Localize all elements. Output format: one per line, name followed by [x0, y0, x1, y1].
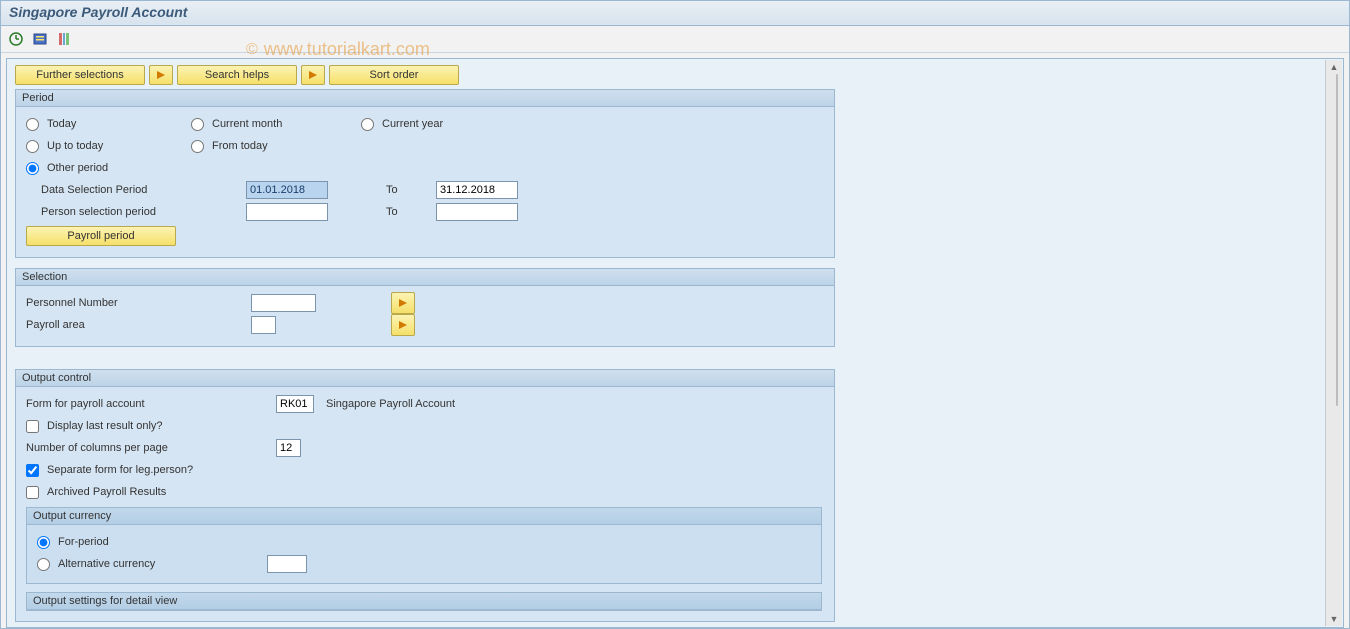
execute-icon[interactable] — [7, 30, 25, 48]
output-detail-group: Output settings for detail view — [26, 592, 822, 611]
separate-form-label: Separate form for leg.person? — [47, 464, 193, 476]
period-group: Period Today Current month Current year … — [15, 89, 835, 258]
form-label: Form for payroll account — [26, 398, 276, 410]
data-selection-from-input[interactable] — [246, 181, 328, 199]
further-selections-button[interactable]: Further selections — [15, 65, 145, 85]
scroll-down-icon[interactable]: ▼ — [1327, 612, 1341, 626]
page-title: Singapore Payroll Account — [1, 1, 1349, 26]
personnel-number-label: Personnel Number — [26, 297, 251, 309]
sort-order-expand-icon[interactable] — [301, 65, 325, 85]
selection-title: Selection — [16, 269, 834, 286]
personnel-number-multiple-icon[interactable] — [391, 292, 415, 314]
person-selection-to-input[interactable] — [436, 203, 518, 221]
form-description: Singapore Payroll Account — [326, 398, 455, 410]
radio-alt-currency[interactable]: Alternative currency — [37, 558, 267, 571]
alt-currency-input[interactable] — [267, 555, 307, 573]
radio-other-period-label: Other period — [47, 162, 108, 174]
radio-for-period[interactable]: For-period — [37, 536, 197, 549]
data-selection-to-input[interactable] — [436, 181, 518, 199]
radio-today-label: Today — [47, 118, 76, 130]
sort-order-button[interactable]: Sort order — [329, 65, 459, 85]
output-control-group: Output control Form for payroll account … — [15, 369, 835, 622]
form-value-input[interactable] — [276, 395, 314, 413]
radio-up-to-today[interactable]: Up to today — [26, 140, 191, 153]
to-label-2: To — [386, 206, 436, 218]
person-selection-label: Person selection period — [26, 206, 246, 218]
person-selection-from-input[interactable] — [246, 203, 328, 221]
data-selection-label: Data Selection Period — [26, 184, 246, 196]
scroll-up-icon[interactable]: ▲ — [1327, 60, 1341, 74]
payroll-area-label: Payroll area — [26, 319, 251, 331]
app-toolbar — [1, 26, 1349, 53]
content-panel: Further selections Search helps Sort ord… — [6, 58, 1344, 628]
selection-group: Selection Personnel Number Payroll area — [15, 268, 835, 347]
vertical-scrollbar[interactable]: ▲ ▼ — [1325, 60, 1342, 626]
app-window: Singapore Payroll Account Further select… — [0, 0, 1350, 629]
radio-up-to-today-label: Up to today — [47, 140, 103, 152]
archived-checkbox[interactable]: Archived Payroll Results — [26, 486, 166, 499]
radio-today[interactable]: Today — [26, 118, 191, 131]
num-cols-input[interactable] — [276, 439, 301, 457]
radio-current-month[interactable]: Current month — [191, 118, 361, 131]
delimit-icon[interactable] — [55, 30, 73, 48]
variant-icon[interactable] — [31, 30, 49, 48]
radio-other-period[interactable]: Other period — [26, 162, 186, 175]
radio-alt-currency-label: Alternative currency — [58, 558, 155, 570]
output-detail-title: Output settings for detail view — [27, 593, 821, 610]
selection-buttons-row: Further selections Search helps Sort ord… — [15, 65, 1335, 85]
output-currency-title: Output currency — [27, 508, 821, 525]
search-helps-button[interactable]: Search helps — [177, 65, 297, 85]
separate-form-checkbox[interactable]: Separate form for leg.person? — [26, 464, 193, 477]
num-cols-label: Number of columns per page — [26, 442, 276, 454]
scroll-thumb[interactable] — [1336, 74, 1338, 406]
payroll-area-multiple-icon[interactable] — [391, 314, 415, 336]
radio-current-month-label: Current month — [212, 118, 282, 130]
radio-from-today-label: From today — [212, 140, 268, 152]
personnel-number-input[interactable] — [251, 294, 316, 312]
period-title: Period — [16, 90, 834, 107]
display-last-label: Display last result only? — [47, 420, 163, 432]
radio-for-period-label: For-period — [58, 536, 109, 548]
radio-current-year[interactable]: Current year — [361, 118, 521, 131]
payroll-area-input[interactable] — [251, 316, 276, 334]
radio-from-today[interactable]: From today — [191, 140, 351, 153]
to-label-1: To — [386, 184, 436, 196]
archived-label: Archived Payroll Results — [47, 486, 166, 498]
output-control-title: Output control — [16, 370, 834, 387]
display-last-checkbox[interactable]: Display last result only? — [26, 420, 163, 433]
output-currency-group: Output currency For-period Alternative c… — [26, 507, 822, 584]
search-helps-expand-icon[interactable] — [149, 65, 173, 85]
radio-current-year-label: Current year — [382, 118, 443, 130]
payroll-period-button[interactable]: Payroll period — [26, 226, 176, 246]
